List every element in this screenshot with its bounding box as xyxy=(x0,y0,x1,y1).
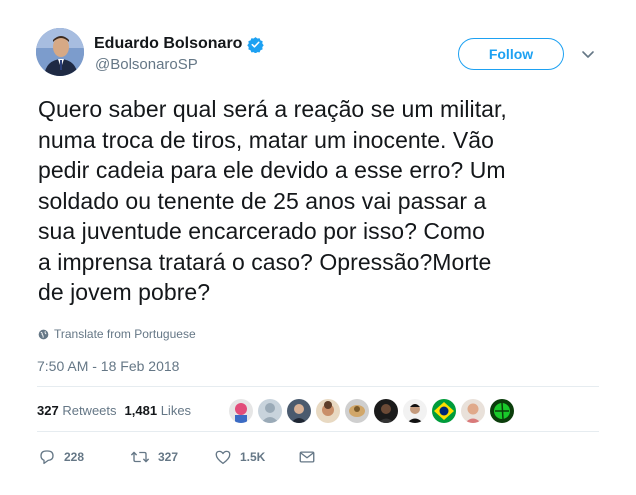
author-name[interactable]: Eduardo Bolsonaro xyxy=(94,35,242,53)
avatar-image xyxy=(36,28,84,76)
retweet-button[interactable]: 327 xyxy=(130,448,214,466)
like-count: 1.5K xyxy=(240,450,266,464)
translate-link[interactable]: Translate from Portuguese xyxy=(38,327,196,341)
tweet-line: Quero saber qual será a reação se um mil… xyxy=(38,96,507,122)
reply-icon xyxy=(40,450,54,465)
liker-avatar[interactable] xyxy=(316,399,340,423)
verified-badge-icon xyxy=(247,36,265,53)
likes-count: 1,481 xyxy=(124,403,158,418)
reply-button[interactable]: 228 xyxy=(38,448,130,466)
tweet-line: soldado ou tenente de 25 anos vai passar… xyxy=(38,187,487,214)
liker-avatar[interactable] xyxy=(490,399,514,423)
tweet-line: a imprensa tratará o caso? Opressão?Mort… xyxy=(38,248,492,275)
liker-avatar[interactable] xyxy=(432,399,456,423)
author-avatar[interactable] xyxy=(36,28,84,76)
liker-avatar[interactable] xyxy=(258,399,282,423)
retweet-count: 327 xyxy=(158,450,179,464)
direct-message-button[interactable] xyxy=(298,448,316,466)
heart-icon xyxy=(215,450,231,465)
reply-count: 228 xyxy=(64,450,85,464)
liker-avatar[interactable] xyxy=(345,399,369,423)
divider xyxy=(37,431,599,432)
liker-avatar[interactable] xyxy=(229,399,253,423)
tweet-line: numa troca de tiros, matar um inocente. … xyxy=(38,126,494,153)
envelope-icon xyxy=(299,451,315,463)
author-handle[interactable]: @BolsonaroSP xyxy=(95,56,198,73)
follow-button[interactable]: Follow xyxy=(458,38,564,70)
likes-stat[interactable]: 1,481 Likes xyxy=(125,403,192,418)
retweets-stat[interactable]: 327 Retweets xyxy=(37,403,117,418)
tweet-line: pedir cadeia para ele devido a esse erro… xyxy=(38,157,506,183)
translate-label: Translate from Portuguese xyxy=(54,327,196,341)
author-name-row: Eduardo Bolsonaro xyxy=(94,35,265,53)
chevron-down-icon[interactable] xyxy=(580,46,596,62)
divider xyxy=(37,386,599,387)
tweet-actions: 228 327 1.5K xyxy=(38,448,316,466)
tweet-text: Quero saber qual será a reação se um mil… xyxy=(38,94,623,308)
liker-avatar[interactable] xyxy=(287,399,311,423)
globe-icon xyxy=(38,329,49,339)
retweet-icon xyxy=(130,451,150,463)
retweets-label: Retweets xyxy=(62,403,117,418)
tweet-line: sua juventude encarcerado por isso? Como xyxy=(38,218,485,244)
tweet-timestamp[interactable]: 7:50 AM - 18 Feb 2018 xyxy=(37,358,179,374)
likes-label: Likes xyxy=(160,403,192,418)
like-button[interactable]: 1.5K xyxy=(214,448,298,466)
tweet-stats: 327 Retweets 1,481 Likes xyxy=(37,403,191,418)
liker-avatar[interactable] xyxy=(403,399,427,423)
liker-avatars xyxy=(229,399,514,423)
liker-avatar[interactable] xyxy=(374,399,398,423)
liker-avatar[interactable] xyxy=(461,399,485,423)
tweet-line: de jovem pobre? xyxy=(38,279,211,305)
retweets-count: 327 xyxy=(37,403,59,418)
